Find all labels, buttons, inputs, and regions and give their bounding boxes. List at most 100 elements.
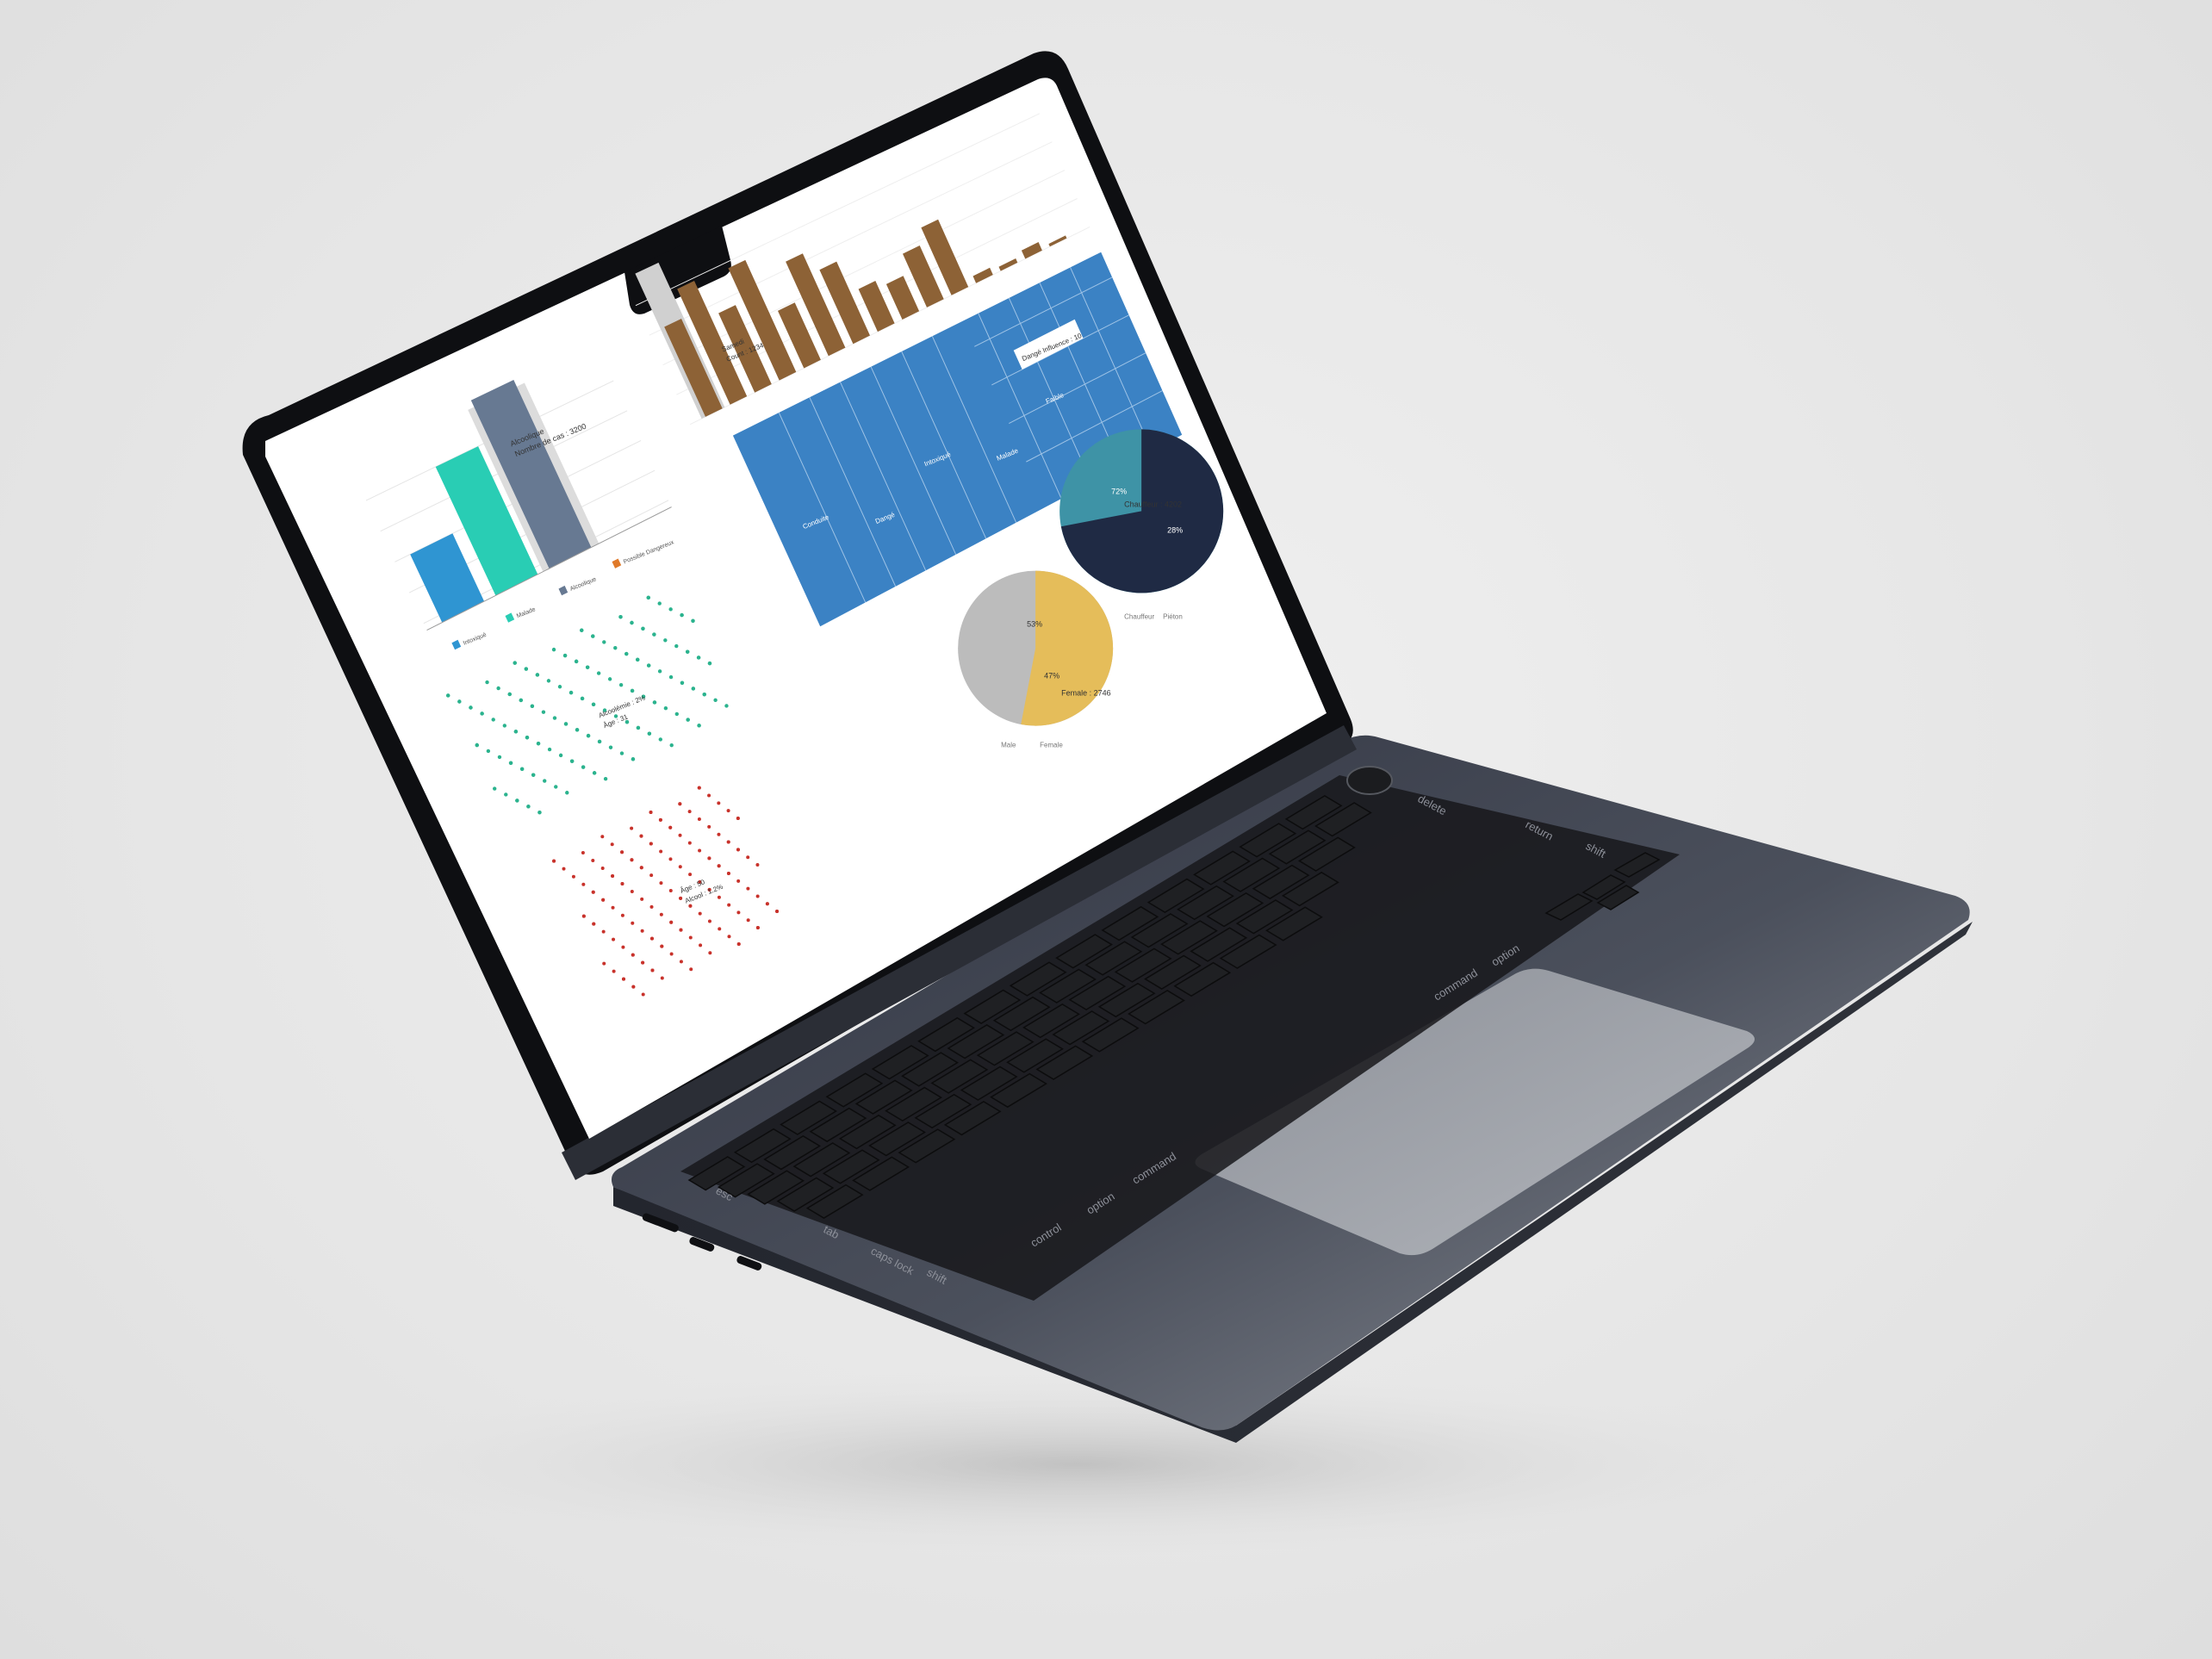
scatter-point xyxy=(624,651,629,656)
scatter-point xyxy=(486,749,491,754)
scatter-point xyxy=(619,751,624,755)
scatter-point xyxy=(611,905,615,910)
scatter-point xyxy=(696,656,701,660)
scatter-point xyxy=(591,634,595,638)
scatter-point xyxy=(596,671,601,675)
scatter-point xyxy=(646,663,651,668)
scatter-point xyxy=(717,801,721,805)
scatter-point xyxy=(641,960,645,965)
scatter-point xyxy=(736,816,740,820)
scatter-point xyxy=(718,927,722,931)
scatter-point xyxy=(519,698,524,703)
pie-label: 53% xyxy=(1027,620,1042,629)
scatter-point xyxy=(531,773,536,777)
scatter-point xyxy=(536,741,541,746)
scatter-point xyxy=(574,659,579,664)
scatter-point xyxy=(668,674,674,680)
scatter-point xyxy=(457,699,462,704)
scatter-point xyxy=(602,961,606,966)
scatter-point xyxy=(600,867,605,871)
scatter-point xyxy=(636,725,641,730)
scatter-point xyxy=(592,922,596,926)
scatter-point xyxy=(569,690,574,695)
scatter-point xyxy=(535,673,540,677)
scatter-point xyxy=(649,904,654,909)
scatter-point xyxy=(631,985,636,989)
scatter-point xyxy=(686,718,690,722)
scatter-point xyxy=(674,711,679,717)
scatter-point xyxy=(543,779,547,783)
scatter-point xyxy=(580,628,584,632)
scatter-point xyxy=(497,755,502,760)
scatter-point xyxy=(663,705,668,711)
scatter-point xyxy=(663,638,668,643)
scatter-point xyxy=(679,896,683,900)
scatter-point xyxy=(678,865,682,869)
scatter-point xyxy=(504,792,508,797)
touch-id-key[interactable] xyxy=(1346,766,1393,795)
scatter-point xyxy=(586,733,591,738)
scatter-point xyxy=(611,874,615,879)
scatter-point xyxy=(631,757,636,761)
scatter-point xyxy=(736,879,741,883)
scatter-point xyxy=(530,704,535,709)
scatter-point xyxy=(708,951,712,955)
scatter-point xyxy=(557,685,562,689)
scatter-point xyxy=(649,810,653,814)
scatter-point xyxy=(659,912,663,916)
scatter-point xyxy=(575,728,580,732)
scatter-point xyxy=(621,977,625,981)
scatter-point xyxy=(541,710,546,714)
scatter-point xyxy=(657,601,662,606)
scatter-point xyxy=(707,793,711,798)
scatter-point xyxy=(688,904,693,908)
scatter-point xyxy=(650,968,655,972)
scatter-point xyxy=(649,842,653,846)
scatter-point xyxy=(688,935,693,940)
laptop-shadow xyxy=(301,1370,1852,1559)
scatter-point xyxy=(640,897,644,901)
scatter-point xyxy=(492,786,497,791)
scatter-point xyxy=(702,692,706,697)
scatter-point xyxy=(755,926,760,930)
scatter-point xyxy=(727,935,731,939)
scatter-point xyxy=(685,649,690,654)
tooltip-text: Female : 2746 xyxy=(1061,689,1111,698)
scatter-point xyxy=(652,632,656,637)
scatter-point xyxy=(525,736,530,740)
scatter-point xyxy=(639,834,643,838)
scatter-point xyxy=(613,646,618,650)
scatter-point xyxy=(659,881,663,885)
scatter-point xyxy=(631,953,635,957)
scatter-point xyxy=(591,890,595,894)
scatter-point xyxy=(475,743,479,748)
scatter-point xyxy=(660,944,664,948)
scatter-point xyxy=(620,881,624,885)
scatter-point xyxy=(485,680,489,685)
scatter-point xyxy=(680,680,685,685)
scatter-point xyxy=(669,920,674,924)
scatter-point xyxy=(630,889,634,893)
scatter-point xyxy=(581,882,586,886)
scatter-point xyxy=(717,832,721,836)
legend-label: Chauffeur xyxy=(1124,612,1154,620)
scatter-point xyxy=(726,840,730,844)
scatter-point xyxy=(513,661,517,665)
scatter-point xyxy=(697,817,701,822)
scatter-point xyxy=(581,850,585,854)
scatter-point xyxy=(707,919,711,923)
scatter-point xyxy=(736,848,740,852)
scatter-point xyxy=(630,826,634,830)
pie-label: 28% xyxy=(1167,525,1183,534)
pie-label: 72% xyxy=(1111,487,1127,495)
scatter-point xyxy=(621,945,625,949)
scatter-point xyxy=(674,643,679,649)
scatter-point xyxy=(652,700,657,705)
scatter-point xyxy=(668,607,673,612)
scatter-point xyxy=(678,833,682,837)
scatter-point xyxy=(707,661,712,666)
scatter-point xyxy=(558,753,563,758)
tooltip-text: Chauffeur : 4202 xyxy=(1124,500,1182,508)
scatter-point xyxy=(668,857,673,861)
scatter-point xyxy=(658,737,662,742)
